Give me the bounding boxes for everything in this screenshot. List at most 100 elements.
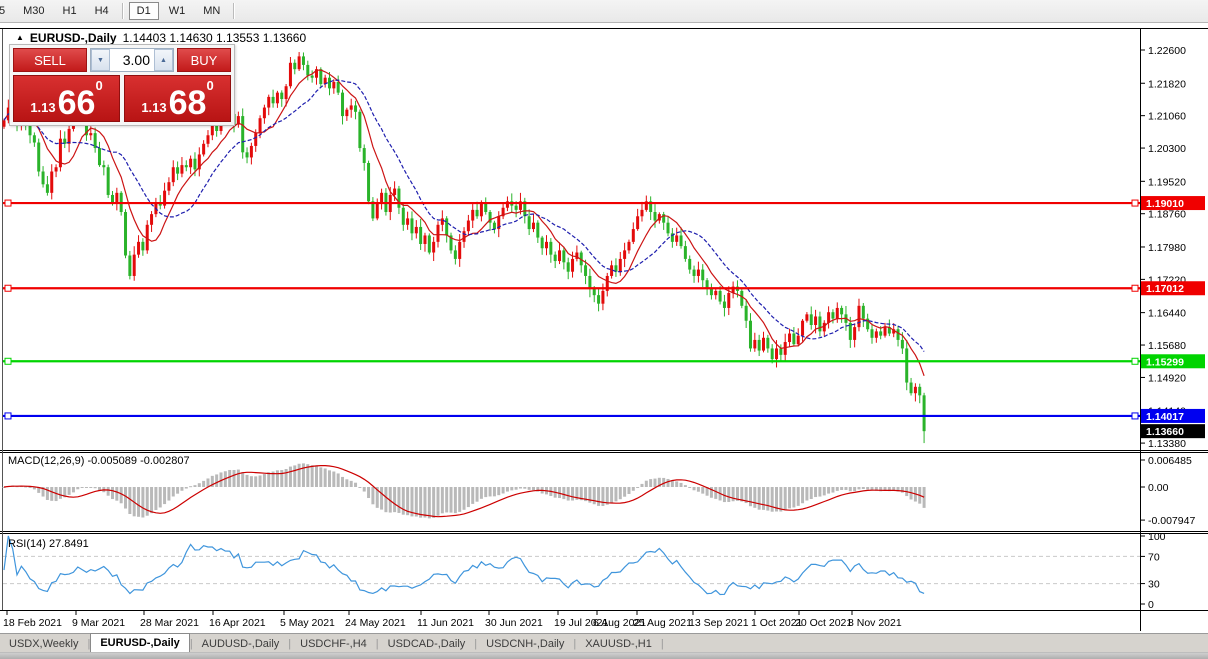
candle [805, 314, 808, 320]
candle [640, 210, 643, 216]
date-axis-label: 24 May 2021 [345, 617, 406, 629]
volume-increase-icon[interactable]: ▲ [154, 49, 173, 71]
chart-tab-usdcad-[interactable]: USDCAD-,Daily [379, 634, 475, 653]
candle [68, 129, 71, 144]
candle [771, 348, 774, 359]
candle [476, 210, 479, 216]
candle [814, 316, 817, 325]
timeframe-button-d1[interactable]: D1 [129, 2, 159, 20]
candle [285, 86, 288, 99]
candle [484, 203, 487, 212]
candle [619, 259, 622, 272]
candle [801, 321, 804, 336]
volume-decrease-icon[interactable]: ▼ [91, 49, 110, 71]
timeframe-button-mn[interactable]: MN [195, 2, 228, 20]
candle [879, 331, 882, 335]
line-handle[interactable] [5, 358, 11, 364]
price-axis-label: 1.15680 [1148, 340, 1186, 352]
sell-button[interactable]: SELL [13, 48, 87, 72]
candle [675, 235, 678, 241]
line-handle[interactable] [1132, 358, 1138, 364]
chart-tab-usdcnh-[interactable]: USDCNH-,Daily [477, 634, 573, 653]
macd-indicator-label: MACD(12,26,9) -0.005089 -0.002807 [8, 455, 190, 467]
candle [345, 110, 348, 116]
macd-axis-label: -0.007947 [1148, 515, 1195, 527]
rsi-indicator-label: RSI(14) 27.8491 [8, 538, 89, 550]
candle [206, 135, 209, 144]
sell-price-pip: 0 [95, 78, 102, 93]
chart-tab-usdchf-[interactable]: USDCHF-,H4 [291, 634, 376, 653]
chart-tab-audusd-[interactable]: AUDUSD-,Daily [193, 634, 289, 653]
candle [419, 227, 422, 244]
timeframe-button-m30[interactable]: M30 [15, 2, 52, 20]
candle [267, 97, 270, 108]
buy-price-button[interactable]: 1.13 68 0 [124, 75, 231, 122]
candle [302, 56, 305, 65]
candle [667, 223, 670, 234]
candle [723, 302, 726, 308]
candle [788, 334, 791, 343]
volume-input[interactable]: 3.00 [110, 49, 154, 71]
candle [319, 69, 322, 84]
candle [680, 235, 683, 246]
candle [710, 289, 713, 295]
line-handle[interactable] [1132, 200, 1138, 206]
sell-price-button[interactable]: 1.13 66 0 [13, 75, 120, 122]
candle [601, 291, 604, 304]
candle [332, 82, 335, 88]
line-handle[interactable] [5, 413, 11, 419]
candle [289, 63, 292, 86]
candle [797, 336, 800, 345]
candle [818, 316, 821, 331]
timeframe-button-5[interactable]: 5 [0, 2, 13, 20]
candle [89, 133, 92, 135]
price-axis-label: 1.13380 [1148, 438, 1186, 450]
candle [910, 383, 913, 394]
buy-button[interactable]: BUY [177, 48, 231, 72]
candle [749, 321, 752, 349]
candle [918, 387, 921, 396]
candle [753, 340, 756, 349]
date-axis-label: 8 Nov 2021 [848, 617, 902, 629]
candle [758, 340, 761, 351]
candle [410, 218, 413, 233]
line-handle[interactable] [5, 285, 11, 291]
chart-tab-xauusd-[interactable]: XAUUSD-,H1 [576, 634, 661, 653]
buy-price-base: 1.13 [141, 100, 166, 115]
candle [654, 212, 657, 221]
candle [128, 256, 131, 276]
timeframe-button-w1[interactable]: W1 [161, 2, 194, 20]
candle [454, 250, 457, 259]
price-axis-label: 1.18760 [1148, 209, 1186, 221]
candle [632, 229, 635, 242]
date-axis-label: 5 May 2021 [280, 617, 335, 629]
candle [779, 348, 782, 354]
candle [46, 184, 49, 193]
ohlc-values: 1.14403 1.14630 1.13553 1.13660 [123, 31, 307, 45]
line-handle[interactable] [5, 200, 11, 206]
candle [493, 223, 496, 229]
candle [515, 206, 518, 210]
line-handle[interactable] [1132, 285, 1138, 291]
candle [328, 78, 331, 89]
chart-tab-eurusd-[interactable]: EURUSD-,Daily [90, 633, 189, 652]
candle [584, 265, 587, 276]
candle [94, 133, 97, 148]
candle [532, 223, 535, 229]
chart-tab-usdx[interactable]: USDX,Weekly [0, 634, 87, 653]
rsi-axis-label: 70 [1148, 551, 1160, 563]
candle [397, 189, 400, 208]
candle [458, 242, 461, 259]
candle [193, 159, 196, 170]
date-axis-label: 16 Apr 2021 [209, 617, 266, 629]
candle [857, 306, 860, 327]
line-handle[interactable] [1132, 413, 1138, 419]
timeframe-button-h4[interactable]: H4 [87, 2, 117, 20]
rsi-axis-label: 0 [1148, 599, 1154, 611]
candle [745, 306, 748, 321]
timeframe-button-h1[interactable]: H1 [55, 2, 85, 20]
macd-axis-label: 0.006485 [1148, 455, 1192, 467]
macd-axis-label: 0.00 [1148, 482, 1169, 494]
price-axis-label: 1.21060 [1148, 111, 1186, 123]
candle [567, 262, 570, 271]
